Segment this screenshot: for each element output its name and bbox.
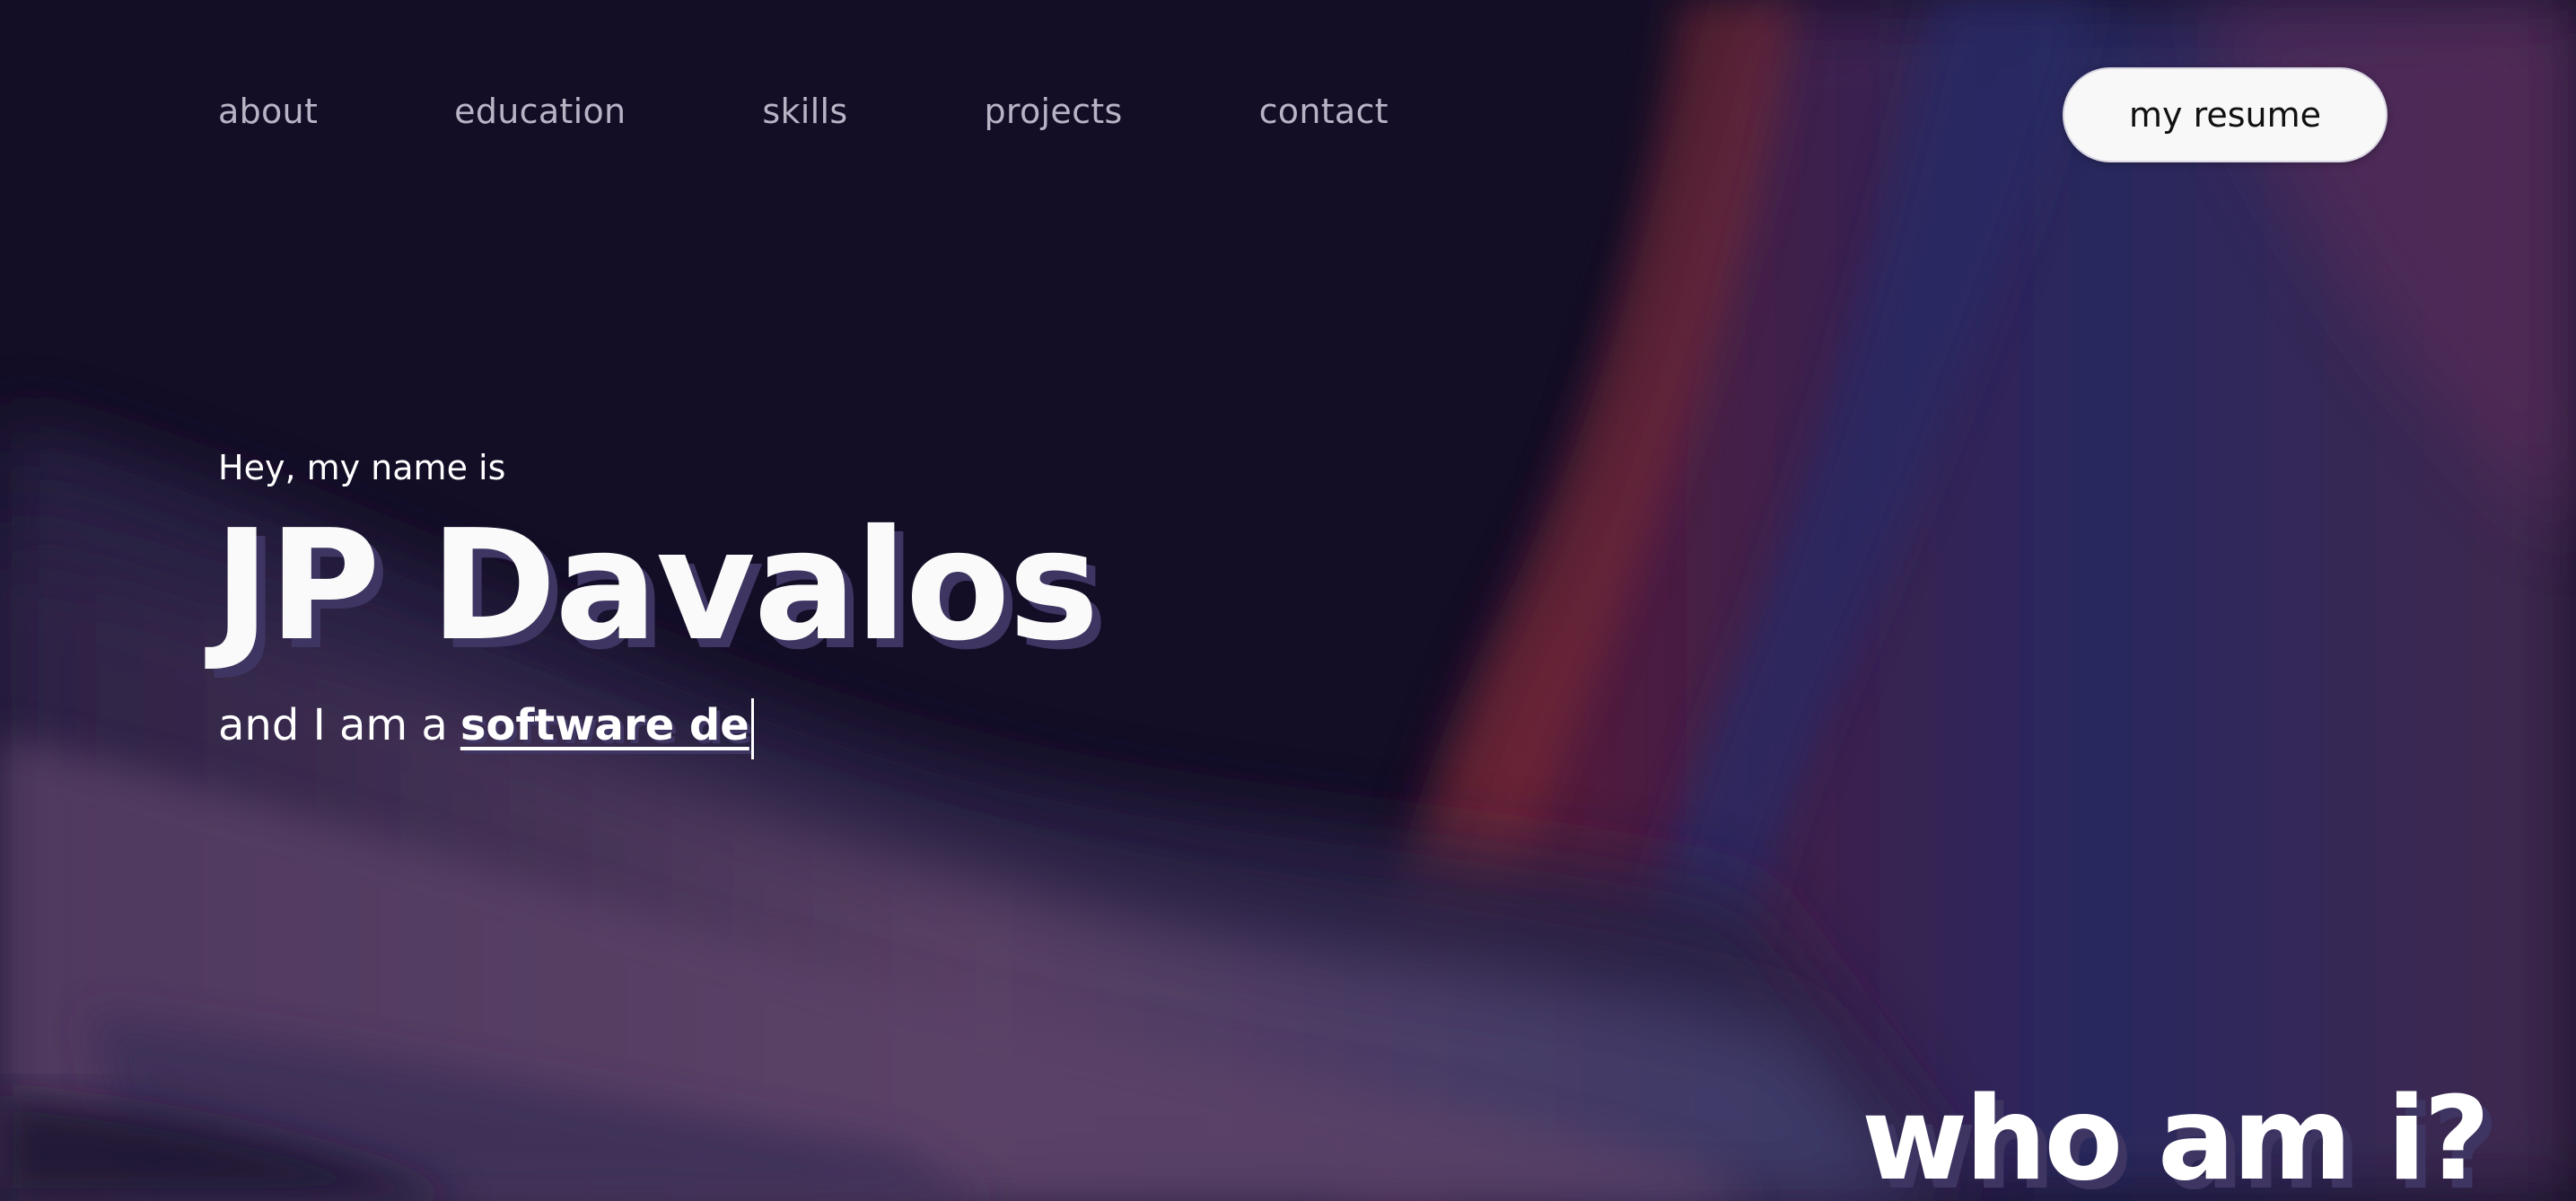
resume-button[interactable]: my resume [2063,67,2388,162]
tagline-prefix: and I am a [218,700,448,750]
nav-link-skills[interactable]: skills [762,88,847,135]
typed-role-text: software de [460,700,749,750]
main-nav: about education skills projects contact [218,88,1389,135]
nav-link-about[interactable]: about [218,88,318,135]
portfolio-page: about education skills projects contact … [0,0,2576,1201]
about-heading: who am i? [1862,1073,2490,1201]
hero-tagline: and I am a software de [218,697,754,759]
typing-cursor [750,698,754,759]
nav-link-projects[interactable]: projects [984,88,1122,135]
hero-name: JP Davalos [214,497,1100,675]
hero-intro: Hey, my name is [218,448,506,487]
nav-link-education[interactable]: education [454,88,626,135]
nav-link-contact[interactable]: contact [1259,88,1389,135]
